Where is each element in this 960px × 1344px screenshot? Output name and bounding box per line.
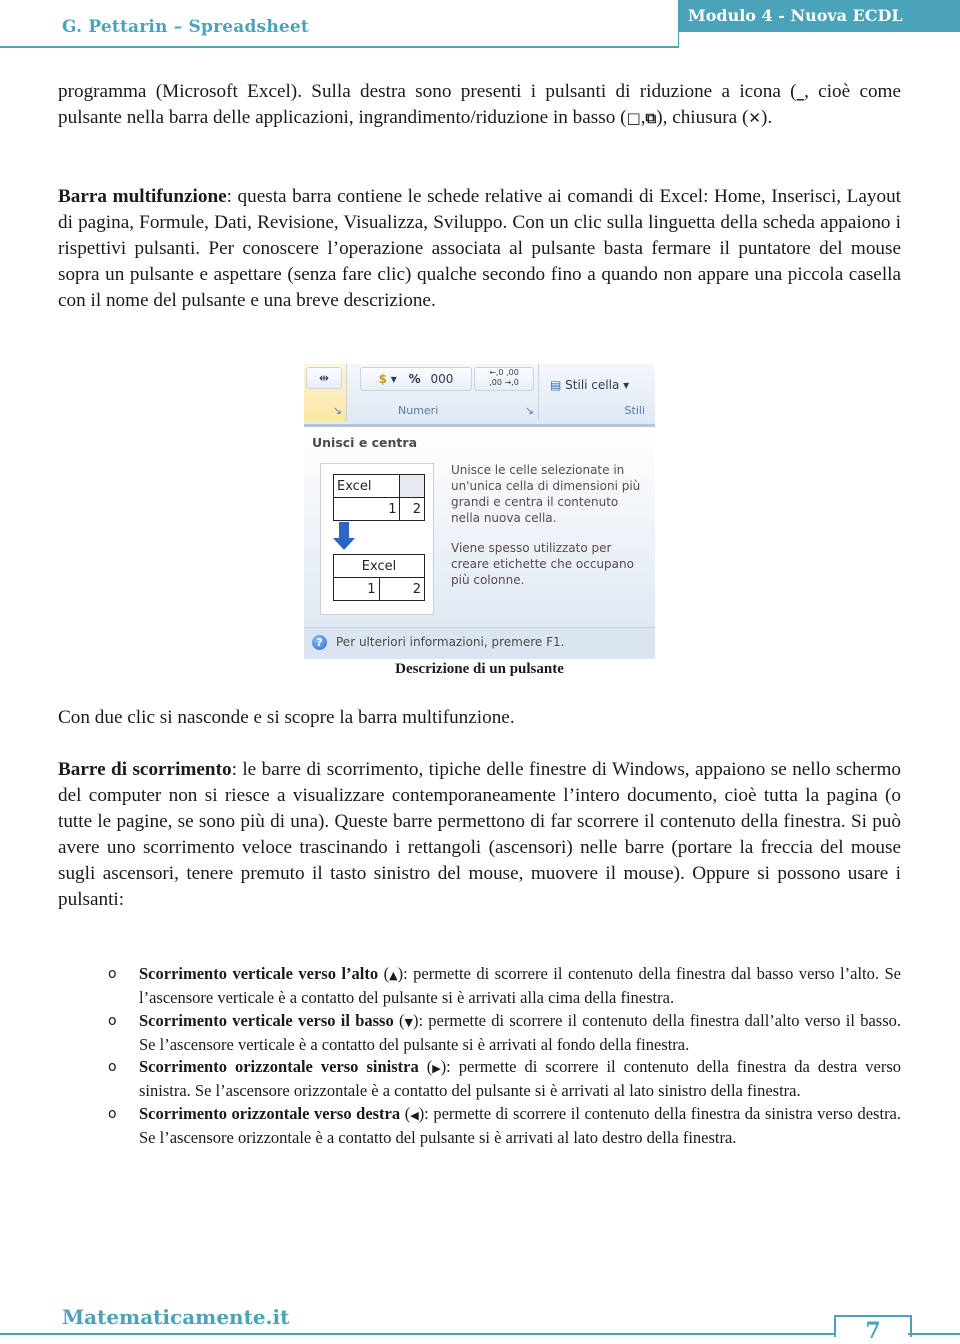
tooltip-illustration: Excel 12 Excel 12 xyxy=(320,463,434,615)
table-after-merge: Excel 12 xyxy=(333,554,425,601)
decimal-buttons: ←,0 ,00 ,00 →,0 xyxy=(474,367,534,391)
cell-empty xyxy=(399,474,425,498)
ribbon-strip: ⇹ ↘ $ ▾ % 000 ←,0 ,00 ,00 →,0 Numeri ↘ ▤… xyxy=(304,364,655,427)
header-module-title: Modulo 4 - Nuova ECDL xyxy=(688,6,903,25)
tooltip-panel: Unisci e centra Excel 12 Excel 12 Unisce… xyxy=(304,427,655,659)
list-item: o Scorrimento orizzontale verso destra (… xyxy=(108,1103,902,1148)
figure-caption: Descrizione di un pulsante xyxy=(395,661,564,677)
ribbon-group-styles: ▤ Stili cella ▾ Stili xyxy=(542,364,655,421)
minimize-icon: _ xyxy=(796,83,805,101)
close-icon: ✕ xyxy=(748,109,761,127)
cell-styles-icon: ▤ xyxy=(550,378,562,392)
arrow-right-icon: ▶ xyxy=(432,1062,441,1076)
ribbon-screenshot-figure: ⇹ ↘ $ ▾ % 000 ←,0 ,00 ,00 →,0 Numeri ↘ ▤… xyxy=(304,364,655,659)
ribbon-group-label-numbers: Numeri xyxy=(398,404,439,417)
cell-excel: Excel xyxy=(332,474,401,498)
merge-center-button[interactable]: ⇹ xyxy=(306,367,342,389)
double-click-note: Con due clic si nasconde e si scopre la … xyxy=(58,707,515,728)
arrow-up-icon: ▲ xyxy=(389,969,398,982)
list-item: o Scorrimento verticale verso l’alto (▲)… xyxy=(108,964,901,1008)
scroll-buttons-list: o Scorrimento verticale verso l’alto (▲)… xyxy=(100,963,901,1149)
arrow-left-icon: ◀ xyxy=(410,1108,419,1122)
tooltip-help-text: Per ulteriori informazioni, premere F1. xyxy=(336,635,565,649)
tooltip-title: Unisci e centra xyxy=(312,435,418,450)
maximize-icon: □ xyxy=(626,109,641,127)
tooltip-footer: ? Per ulteriori informazioni, premere F1… xyxy=(304,627,655,659)
thousands-button[interactable]: 000 xyxy=(430,372,453,386)
percent-button[interactable]: % xyxy=(409,372,421,386)
list-item: o Scorrimento verticale verso il basso (… xyxy=(108,1010,901,1054)
table-before-merge: Excel 12 xyxy=(332,474,425,521)
ribbon-paragraph: Barra multifunzione: questa barra contie… xyxy=(58,186,901,311)
header-author-title: G. Pettarin – Spreadsheet xyxy=(62,17,309,37)
number-format-buttons: $ ▾ % 000 xyxy=(360,367,472,391)
tooltip-description: Unisce le celle selezionate in un'unica … xyxy=(451,463,641,587)
ribbon-group-alignment: ⇹ ↘ xyxy=(304,364,347,421)
footer-rule xyxy=(0,1333,835,1335)
scrollbars-term: Barre di scorrimento xyxy=(58,759,232,780)
increase-decimal-button[interactable]: ←,0 ,00 xyxy=(489,368,519,377)
arrow-down-icon: ▼ xyxy=(404,1015,413,1029)
help-icon[interactable]: ? xyxy=(312,635,327,650)
page-number: 7 xyxy=(865,1318,881,1344)
ribbon-group-numbers: $ ▾ % 000 ←,0 ,00 ,00 →,0 Numeri ↘ xyxy=(354,364,539,421)
intro-paragraph: programma (Microsoft Excel). Sulla destr… xyxy=(58,79,901,131)
footer-site-name: Matematicamente.it xyxy=(62,1305,290,1329)
dialog-launcher-icon[interactable]: ↘ xyxy=(525,404,534,417)
down-arrow-icon xyxy=(333,522,355,550)
restore-icon: ⧉ xyxy=(645,109,657,127)
scrollbars-paragraph: Barre di scorrimento: le barre di scorri… xyxy=(58,759,901,910)
ribbon-group-label-styles: Stili xyxy=(624,404,645,417)
decrease-decimal-button[interactable]: ,00 →,0 xyxy=(489,378,519,387)
ribbon-term: Barra multifunzione xyxy=(58,186,227,207)
currency-icon[interactable]: $ xyxy=(379,372,387,386)
cell-styles-button[interactable]: ▤ Stili cella ▾ xyxy=(550,378,629,392)
footer-rule-right xyxy=(908,1333,960,1335)
dialog-launcher-icon[interactable]: ↘ xyxy=(333,404,342,417)
list-item: o Scorrimento orizzontale verso sinistra… xyxy=(108,1057,901,1101)
